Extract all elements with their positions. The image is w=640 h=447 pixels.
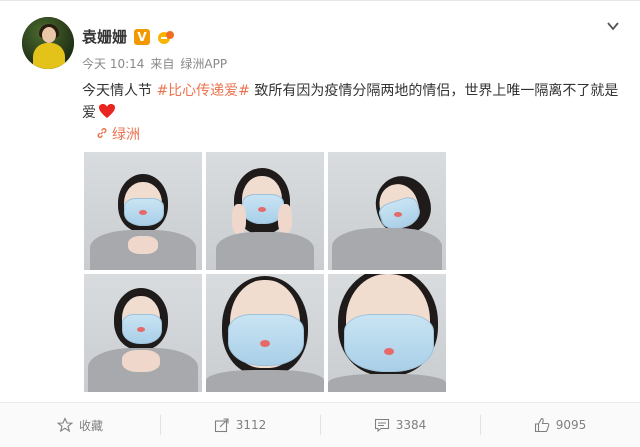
location-link-label: 绿洲 (112, 127, 140, 143)
action-bar: 收藏 3112 3384 9095 (0, 402, 640, 447)
verified-badge-icon: V (134, 29, 150, 45)
source-prefix: 来自 (150, 57, 175, 71)
author-name[interactable]: 袁姗姗 (82, 28, 127, 46)
chevron-down-icon[interactable] (606, 19, 620, 33)
location-link[interactable]: 绿洲 (96, 126, 140, 144)
photo-thumbnail[interactable] (84, 274, 202, 392)
comment-icon (374, 418, 389, 433)
like-count: 9095 (555, 418, 587, 432)
comment-button[interactable]: 3384 (320, 403, 480, 447)
hashtag-link[interactable]: #比心传递爱# (156, 83, 249, 99)
weibo-post-card: 袁姗姗 V 今天 10:14 来自 绿洲APP 今天情人节 #比心传递爱# 致所有因… (0, 0, 640, 447)
comment-count: 3384 (395, 418, 427, 432)
post-meta: 今天 10:14 来自 绿洲APP (82, 55, 233, 72)
like-icon (534, 417, 550, 433)
photo-thumbnail[interactable] (84, 152, 202, 270)
photo-grid (84, 152, 446, 392)
text-prefix: 今天情人节 (82, 83, 157, 99)
photo-thumbnail[interactable] (206, 152, 324, 270)
post-text: 今天情人节 #比心传递爱# 致所有因为疫情分隔两地的情侣，世界上唯一隔离不了就是… (82, 80, 622, 124)
post-time[interactable]: 今天 10:14 (82, 57, 144, 71)
post-source[interactable]: 绿洲APP (180, 57, 227, 71)
photo-thumbnail[interactable] (206, 274, 324, 392)
share-icon (214, 418, 229, 433)
avatar[interactable] (22, 17, 74, 69)
link-icon (97, 128, 107, 138)
member-badge-icon (158, 31, 174, 44)
photo-thumbnail[interactable] (328, 152, 446, 270)
photo-thumbnail[interactable] (328, 274, 446, 392)
collect-button[interactable]: 收藏 (0, 403, 160, 447)
heart-icon (99, 104, 115, 118)
star-icon (56, 417, 73, 433)
collect-label: 收藏 (78, 418, 103, 433)
share-button[interactable]: 3112 (160, 403, 320, 447)
share-count: 3112 (235, 418, 267, 432)
like-button[interactable]: 9095 (480, 403, 640, 447)
